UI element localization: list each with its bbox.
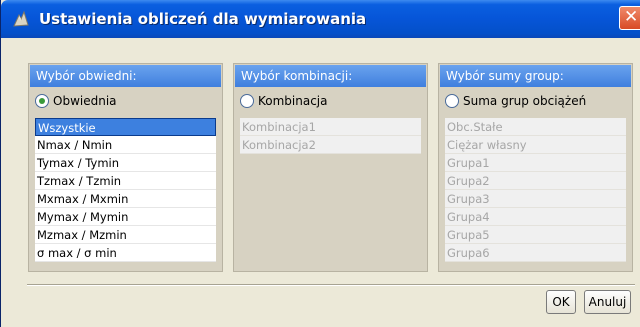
group-sum-list-item[interactable]: Grupa4 xyxy=(445,208,626,226)
combination-list-item[interactable]: Kombinacja2 xyxy=(240,136,421,154)
combination-panel-header: Wybór kombinacji: xyxy=(235,65,426,87)
dialog-window: Ustawienia obliczeń dla wymiarowania ✕ W… xyxy=(0,0,640,327)
app-icon xyxy=(13,10,29,27)
combination-panel: Wybór kombinacji: Kombinacja Kombinacja1… xyxy=(233,63,428,272)
combination-radio-label: Kombinacja xyxy=(258,94,328,108)
combination-list-item[interactable]: Kombinacja1 xyxy=(240,118,421,136)
group-sum-list-item[interactable]: Grupa3 xyxy=(445,190,626,208)
envelope-list-item[interactable]: Mzmax / Mzmin xyxy=(35,226,216,244)
group-sum-list-item[interactable]: Grupa1 xyxy=(445,154,626,172)
envelope-list-item[interactable]: Nmax / Nmin xyxy=(35,136,216,154)
radio-icon xyxy=(240,93,254,108)
radio-icon xyxy=(35,93,49,108)
envelope-radio-label: Obwiednia xyxy=(53,94,117,108)
envelope-list-item[interactable]: Wszystkie xyxy=(35,118,216,136)
group-sum-radio[interactable]: Suma grup obciążeń xyxy=(445,92,586,110)
envelope-panel-header: Wybór obwiedni: xyxy=(30,65,221,87)
title-bar[interactable]: Ustawienia obliczeń dla wymiarowania ✕ xyxy=(1,0,640,38)
group-sum-list-item[interactable]: Grupa6 xyxy=(445,244,626,262)
envelope-list[interactable]: Wszystkie Nmax / Nmin Tymax / Tymin Tzmax /… xyxy=(35,118,216,262)
combination-list[interactable]: Kombinacja1 Kombinacja2 xyxy=(240,118,421,154)
envelope-list-item[interactable]: Tzmax / Tzmin xyxy=(35,172,216,190)
envelope-panel: Wybór obwiedni: Obwiednia Wszystkie Nmax … xyxy=(28,63,223,272)
group-sum-radio-label: Suma grup obciążeń xyxy=(463,94,587,108)
group-sum-list-item[interactable]: Grupa2 xyxy=(445,172,626,190)
group-sum-list-item[interactable]: Grupa5 xyxy=(445,226,626,244)
close-icon: ✕ xyxy=(624,7,639,27)
group-sum-list[interactable]: Obc.Stałe Ciężar własny Grupa1 Grupa2 Grupa3… xyxy=(445,118,626,262)
separator xyxy=(27,284,635,286)
group-sum-list-item[interactable]: Obc.Stałe xyxy=(445,118,626,136)
envelope-radio[interactable]: Obwiednia xyxy=(35,92,117,110)
cancel-button[interactable]: Anuluj xyxy=(584,290,631,314)
group-sum-panel: Wybór sumy group: Suma grup obciążeń Obc… xyxy=(438,63,633,272)
window-title: Ustawienia obliczeń dla wymiarowania xyxy=(39,10,367,28)
group-sum-list-item[interactable]: Ciężar własny xyxy=(445,136,626,154)
envelope-list-item[interactable]: Mxmax / Mxmin xyxy=(35,190,216,208)
close-button[interactable]: ✕ xyxy=(619,6,640,30)
ok-button[interactable]: OK xyxy=(546,290,576,314)
radio-icon xyxy=(445,93,459,108)
envelope-list-item[interactable]: σ max / σ min xyxy=(35,244,216,262)
envelope-list-item[interactable]: Mymax / Mymin xyxy=(35,208,216,226)
group-sum-panel-header: Wybór sumy group: xyxy=(440,65,631,87)
envelope-list-item[interactable]: Tymax / Tymin xyxy=(35,154,216,172)
combination-radio[interactable]: Kombinacja xyxy=(240,92,328,110)
